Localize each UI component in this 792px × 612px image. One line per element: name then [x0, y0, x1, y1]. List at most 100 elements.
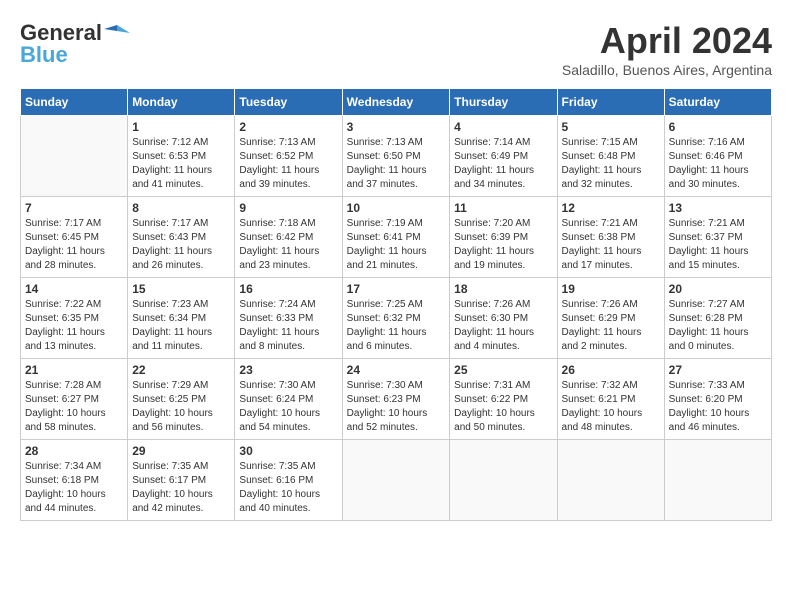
calendar-week-5: 28 Sunrise: 7:34 AM Sunset: 6:18 PM Dayli…: [21, 440, 772, 521]
day-info: Sunrise: 7:30 AM Sunset: 6:23 PM Dayligh…: [347, 379, 446, 435]
day-number: 26: [562, 363, 660, 377]
day-number: 28: [25, 444, 123, 458]
calendar-cell: 17 Sunrise: 7:25 AM Sunset: 6:32 PM Dayli…: [342, 278, 450, 359]
calendar-cell: [557, 440, 664, 521]
day-number: 5: [562, 120, 660, 134]
day-number: 12: [562, 201, 660, 215]
day-number: 10: [347, 201, 446, 215]
calendar-week-3: 14 Sunrise: 7:22 AM Sunset: 6:35 PM Dayli…: [21, 278, 772, 359]
day-info: Sunrise: 7:34 AM Sunset: 6:18 PM Dayligh…: [25, 460, 123, 516]
calendar-cell: [450, 440, 557, 521]
calendar-week-2: 7 Sunrise: 7:17 AM Sunset: 6:45 PM Daylig…: [21, 197, 772, 278]
location-subtitle: Saladillo, Buenos Aires, Argentina: [562, 62, 772, 78]
day-number: 8: [132, 201, 230, 215]
calendar-cell: 28 Sunrise: 7:34 AM Sunset: 6:18 PM Dayli…: [21, 440, 128, 521]
day-number: 11: [454, 201, 552, 215]
calendar-cell: 8 Sunrise: 7:17 AM Sunset: 6:43 PM Daylig…: [128, 197, 235, 278]
day-info: Sunrise: 7:31 AM Sunset: 6:22 PM Dayligh…: [454, 379, 552, 435]
calendar-cell: [21, 116, 128, 197]
calendar-cell: 1 Sunrise: 7:12 AM Sunset: 6:53 PM Daylig…: [128, 116, 235, 197]
calendar-cell: 9Sunrise: 7:18 AM Sunset: 6:42 PM Daylig…: [235, 197, 342, 278]
day-number: 19: [562, 282, 660, 296]
calendar-week-1: 1 Sunrise: 7:12 AM Sunset: 6:53 PM Daylig…: [21, 116, 772, 197]
day-info: Sunrise: 7:30 AM Sunset: 6:24 PM Dayligh…: [239, 379, 337, 435]
weekday-header-thursday: Thursday: [450, 89, 557, 116]
day-info: Sunrise: 7:24 AM Sunset: 6:33 PM Dayligh…: [239, 298, 337, 354]
calendar-cell: [664, 440, 771, 521]
weekday-header-saturday: Saturday: [664, 89, 771, 116]
calendar-cell: 10Sunrise: 7:19 AM Sunset: 6:41 PM Dayli…: [342, 197, 450, 278]
calendar-cell: 18Sunrise: 7:26 AM Sunset: 6:30 PM Dayli…: [450, 278, 557, 359]
calendar-cell: [342, 440, 450, 521]
day-number: 1: [132, 120, 230, 134]
calendar-cell: 5 Sunrise: 7:15 AM Sunset: 6:48 PM Daylig…: [557, 116, 664, 197]
calendar-cell: 20 Sunrise: 7:27 AM Sunset: 6:28 PM Dayli…: [664, 278, 771, 359]
calendar-cell: 26 Sunrise: 7:32 AM Sunset: 6:21 PM Dayli…: [557, 359, 664, 440]
day-info: Sunrise: 7:35 AM Sunset: 6:17 PM Dayligh…: [132, 460, 230, 516]
day-number: 4: [454, 120, 552, 134]
calendar-cell: 4 Sunrise: 7:14 AM Sunset: 6:49 PM Daylig…: [450, 116, 557, 197]
day-number: 25: [454, 363, 552, 377]
day-number: 18: [454, 282, 552, 296]
day-number: 27: [669, 363, 767, 377]
calendar-cell: 21Sunrise: 7:28 AM Sunset: 6:27 PM Dayli…: [21, 359, 128, 440]
calendar-cell: 27 Sunrise: 7:33 AM Sunset: 6:20 PM Dayli…: [664, 359, 771, 440]
day-info: Sunrise: 7:17 AM Sunset: 6:43 PM Dayligh…: [132, 217, 230, 273]
day-number: 23: [239, 363, 337, 377]
title-area: April 2024 Saladillo, Buenos Aires, Arge…: [562, 20, 772, 78]
day-number: 17: [347, 282, 446, 296]
day-info: Sunrise: 7:13 AM Sunset: 6:52 PM Dayligh…: [239, 136, 337, 192]
calendar-cell: 13Sunrise: 7:21 AM Sunset: 6:37 PM Dayli…: [664, 197, 771, 278]
day-info: Sunrise: 7:13 AM Sunset: 6:50 PM Dayligh…: [347, 136, 446, 192]
day-info: Sunrise: 7:14 AM Sunset: 6:49 PM Dayligh…: [454, 136, 552, 192]
calendar-cell: 23 Sunrise: 7:30 AM Sunset: 6:24 PM Dayli…: [235, 359, 342, 440]
day-info: Sunrise: 7:15 AM Sunset: 6:48 PM Dayligh…: [562, 136, 660, 192]
day-number: 2: [239, 120, 337, 134]
day-info: Sunrise: 7:32 AM Sunset: 6:21 PM Dayligh…: [562, 379, 660, 435]
day-info: Sunrise: 7:17 AM Sunset: 6:45 PM Dayligh…: [25, 217, 123, 273]
day-number: 20: [669, 282, 767, 296]
calendar-cell: 6 Sunrise: 7:16 AM Sunset: 6:46 PM Daylig…: [664, 116, 771, 197]
weekday-header-monday: Monday: [128, 89, 235, 116]
day-number: 22: [132, 363, 230, 377]
weekday-header-sunday: Sunday: [21, 89, 128, 116]
day-info: Sunrise: 7:27 AM Sunset: 6:28 PM Dayligh…: [669, 298, 767, 354]
calendar-cell: 30Sunrise: 7:35 AM Sunset: 6:16 PM Dayli…: [235, 440, 342, 521]
day-number: 16: [239, 282, 337, 296]
day-number: 7: [25, 201, 123, 215]
day-info: Sunrise: 7:20 AM Sunset: 6:39 PM Dayligh…: [454, 217, 552, 273]
weekday-header-friday: Friday: [557, 89, 664, 116]
day-info: Sunrise: 7:35 AM Sunset: 6:16 PM Dayligh…: [239, 460, 337, 516]
day-info: Sunrise: 7:12 AM Sunset: 6:53 PM Dayligh…: [132, 136, 230, 192]
day-number: 14: [25, 282, 123, 296]
logo: General Blue: [20, 20, 130, 68]
calendar-header-row: SundayMondayTuesdayWednesdayThursdayFrid…: [21, 89, 772, 116]
day-info: Sunrise: 7:18 AM Sunset: 6:42 PM Dayligh…: [239, 217, 337, 273]
calendar-cell: 22 Sunrise: 7:29 AM Sunset: 6:25 PM Dayli…: [128, 359, 235, 440]
logo-bird-icon: [104, 23, 130, 43]
calendar-cell: 14 Sunrise: 7:22 AM Sunset: 6:35 PM Dayli…: [21, 278, 128, 359]
calendar-cell: 2 Sunrise: 7:13 AM Sunset: 6:52 PM Daylig…: [235, 116, 342, 197]
logo-blue-text: Blue: [20, 42, 68, 68]
header: General Blue April 2024 Saladillo, Bueno…: [20, 20, 772, 78]
calendar-cell: 7 Sunrise: 7:17 AM Sunset: 6:45 PM Daylig…: [21, 197, 128, 278]
day-info: Sunrise: 7:22 AM Sunset: 6:35 PM Dayligh…: [25, 298, 123, 354]
calendar-cell: 19 Sunrise: 7:26 AM Sunset: 6:29 PM Dayli…: [557, 278, 664, 359]
day-info: Sunrise: 7:26 AM Sunset: 6:29 PM Dayligh…: [562, 298, 660, 354]
weekday-header-wednesday: Wednesday: [342, 89, 450, 116]
day-number: 21: [25, 363, 123, 377]
day-info: Sunrise: 7:16 AM Sunset: 6:46 PM Dayligh…: [669, 136, 767, 192]
day-info: Sunrise: 7:25 AM Sunset: 6:32 PM Dayligh…: [347, 298, 446, 354]
calendar-cell: 29Sunrise: 7:35 AM Sunset: 6:17 PM Dayli…: [128, 440, 235, 521]
day-info: Sunrise: 7:23 AM Sunset: 6:34 PM Dayligh…: [132, 298, 230, 354]
day-number: 24: [347, 363, 446, 377]
day-number: 6: [669, 120, 767, 134]
calendar-cell: 12Sunrise: 7:21 AM Sunset: 6:38 PM Dayli…: [557, 197, 664, 278]
day-info: Sunrise: 7:29 AM Sunset: 6:25 PM Dayligh…: [132, 379, 230, 435]
day-number: 13: [669, 201, 767, 215]
calendar-cell: 16 Sunrise: 7:24 AM Sunset: 6:33 PM Dayli…: [235, 278, 342, 359]
day-number: 15: [132, 282, 230, 296]
day-info: Sunrise: 7:33 AM Sunset: 6:20 PM Dayligh…: [669, 379, 767, 435]
calendar-cell: 25 Sunrise: 7:31 AM Sunset: 6:22 PM Dayli…: [450, 359, 557, 440]
calendar-cell: 11 Sunrise: 7:20 AM Sunset: 6:39 PM Dayli…: [450, 197, 557, 278]
